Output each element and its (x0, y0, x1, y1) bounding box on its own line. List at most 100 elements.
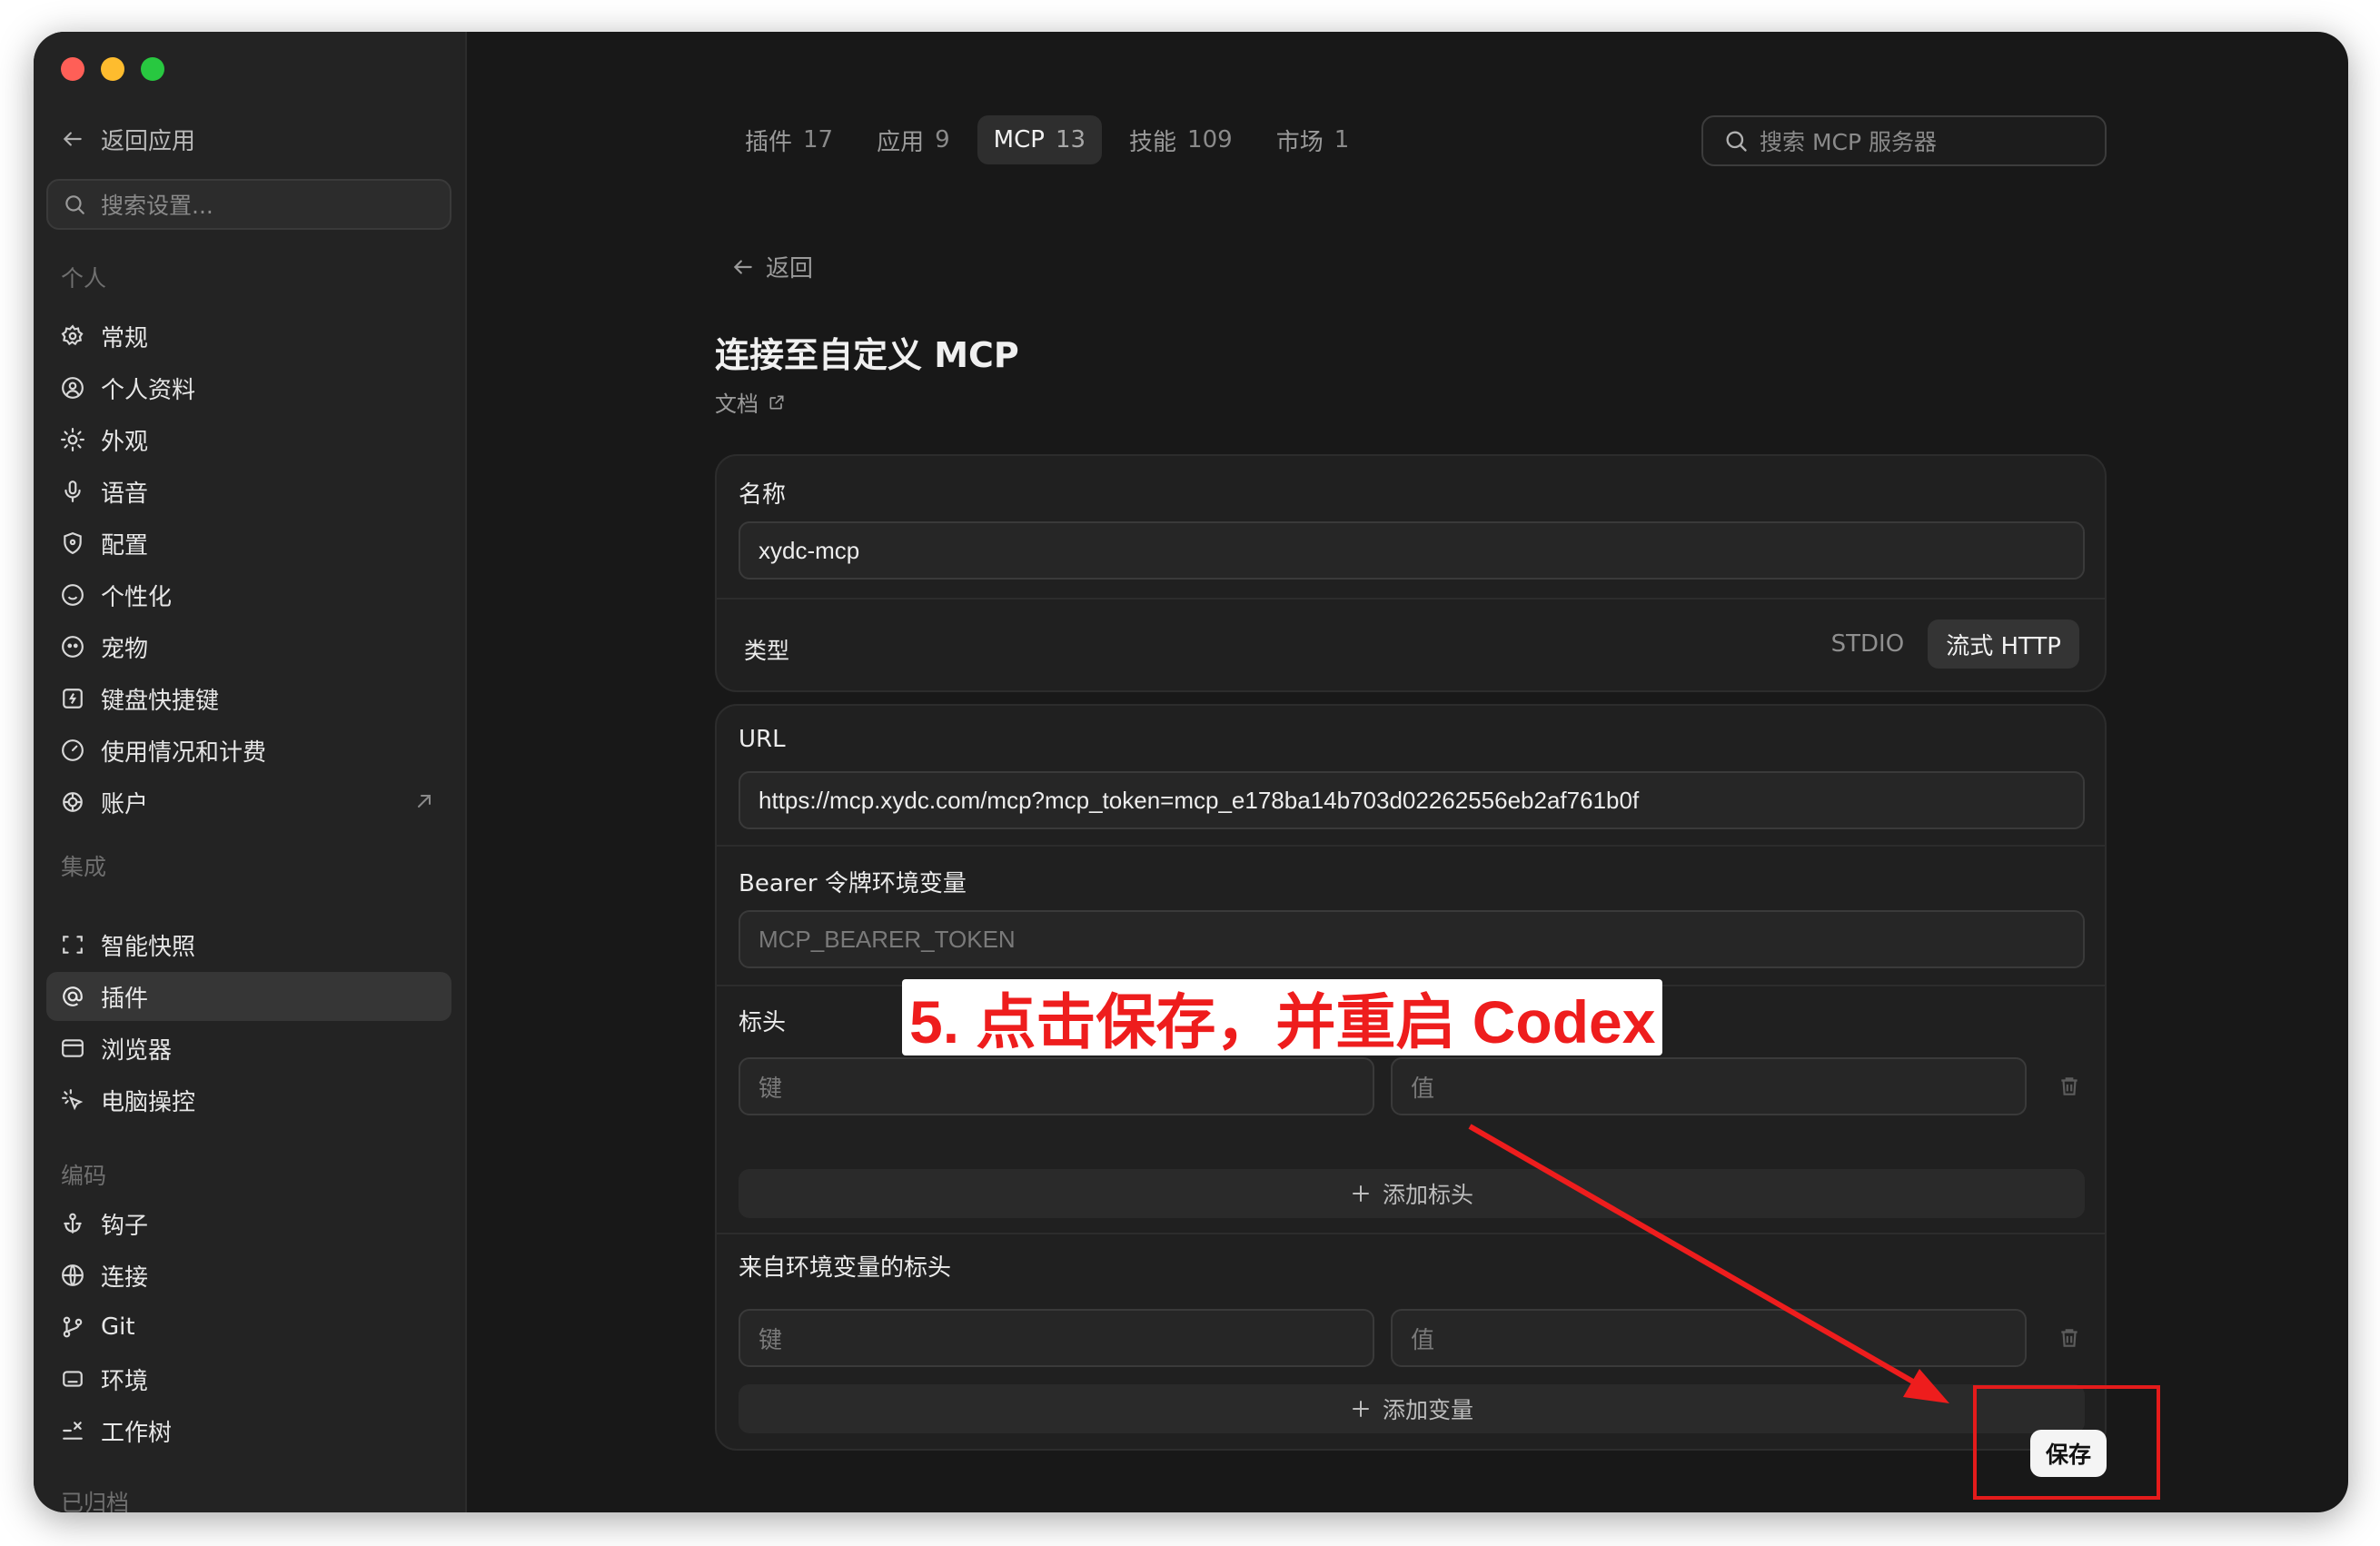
sidebar-item-label: 外观 (101, 428, 149, 456)
tab-label: 市场 (1275, 128, 1324, 156)
sidebar-item-label: 配置 (101, 531, 149, 560)
headers-label: 标头 (739, 1009, 787, 1036)
sidebar-item-label: 电脑操控 (101, 1088, 196, 1116)
sidebar-item-label: 宠物 (101, 635, 149, 663)
header-value-input[interactable]: 值 (1391, 1057, 2027, 1115)
microphone-icon (64, 481, 81, 502)
plus-icon (1352, 1185, 1369, 1202)
back-to-app-button[interactable]: 返回应用 (61, 119, 195, 159)
plus-icon (1352, 1401, 1369, 1417)
type-option-streamable-http[interactable]: 流式 HTTP (1928, 619, 2079, 669)
name-value: xydc-mcp (759, 536, 860, 564)
sidebar-item-label: 插件 (101, 985, 149, 1013)
bearer-placeholder: MCP_BEARER_TOKEN (759, 925, 1016, 953)
sidebar-item-browser[interactable]: 浏览器 (46, 1024, 451, 1073)
sidebar-item-label: 智能快照 (101, 933, 196, 961)
arrow-left-icon (63, 132, 82, 146)
add-header-button[interactable]: 添加标头 (739, 1169, 2085, 1218)
tab-mcp[interactable]: MCP 13 (977, 115, 1103, 164)
close-window-button[interactable] (61, 57, 84, 81)
sidebar-item-hooks[interactable]: 钩子 (46, 1199, 451, 1248)
sidebar-item-config[interactable]: 配置 (46, 519, 451, 568)
sidebar-item-usage[interactable]: 使用情况和计费 (46, 726, 451, 775)
tab-count: 13 (1055, 126, 1086, 154)
back-to-app-label: 返回应用 (101, 127, 196, 155)
env-header-key-input[interactable]: 键 (739, 1309, 1374, 1367)
zoom-window-button[interactable] (141, 57, 164, 81)
header-key-input[interactable]: 键 (739, 1057, 1374, 1115)
tab-apps[interactable]: 应用 9 (860, 115, 967, 164)
minimize-window-button[interactable] (101, 57, 124, 81)
sun-icon (61, 428, 84, 451)
sidebar-item-plugins[interactable]: 插件 (46, 972, 451, 1021)
browser-window-icon (62, 1039, 84, 1057)
trash-icon[interactable] (2058, 1326, 2081, 1350)
sidebar-item-connections[interactable]: 连接 (46, 1251, 451, 1300)
user-circle-icon (62, 377, 84, 399)
tab-plugins[interactable]: 插件 17 (729, 115, 849, 164)
name-type-card: 名称 xydc-mcp 类型 STDIO 流式 HTTP (715, 454, 2107, 692)
type-segmented-control: STDIO 流式 HTTP (1813, 619, 2079, 669)
tab-label: 技能 (1129, 128, 1177, 156)
add-variable-button[interactable]: 添加变量 (739, 1384, 2085, 1433)
sidebar-item-profile[interactable]: 个人资料 (46, 363, 451, 412)
name-label: 名称 (739, 481, 787, 509)
name-input[interactable]: xydc-mcp (739, 521, 2085, 580)
sidebar-item-label: 连接 (101, 1264, 149, 1292)
worktree-icon (63, 1422, 83, 1440)
sidebar-item-snapshot[interactable]: 智能快照 (46, 920, 451, 969)
pet-icon (62, 636, 84, 658)
key-placeholder: 键 (759, 1325, 783, 1353)
page-title: 连接至自定义 MCP (715, 335, 1019, 375)
sidebar-item-computer-control[interactable]: 电脑操控 (46, 1075, 451, 1125)
cursor-click-icon (62, 1089, 84, 1111)
sidebar-item-shortcuts[interactable]: 键盘快捷键 (46, 674, 451, 723)
sidebar-item-label: 浏览器 (101, 1036, 173, 1065)
env-header-value-input[interactable]: 值 (1391, 1309, 2027, 1367)
tab-count: 9 (935, 126, 950, 154)
external-link-icon (418, 795, 431, 808)
sidebar-item-pet[interactable]: 宠物 (46, 622, 451, 671)
sidebar-item-git[interactable]: Git (46, 1303, 451, 1352)
back-button[interactable]: 返回 (731, 250, 813, 283)
value-placeholder: 值 (1411, 1325, 1435, 1353)
sidebar-item-general[interactable]: 常规 (46, 312, 451, 361)
sidebar-item-appearance[interactable]: 外观 (46, 415, 451, 464)
sidebar-item-label: Git (101, 1313, 135, 1341)
section-archived: 已归档 (61, 1490, 130, 1512)
monitor-icon (63, 1371, 83, 1387)
at-sign-icon (63, 986, 83, 1006)
divider (717, 1233, 2105, 1234)
tab-skills[interactable]: 技能 109 (1113, 115, 1249, 164)
search-icon (65, 195, 84, 214)
annotation-label: 5. 点击保存，并重启 Codex (902, 979, 1663, 1055)
top-tabs: 插件 17 应用 9 MCP 13 技能 109 市场 1 (729, 115, 1365, 164)
type-option-stdio[interactable]: STDIO (1813, 619, 1923, 669)
tab-market[interactable]: 市场 1 (1260, 115, 1366, 164)
url-input[interactable]: https://mcp.xydc.com/mcp?mcp_token=mcp_e… (739, 771, 2085, 829)
settings-search-input[interactable]: 搜索设置... (46, 179, 451, 230)
window-controls (61, 57, 164, 81)
search-icon (1726, 131, 1747, 152)
sidebar-item-worktree[interactable]: 工作树 (46, 1406, 451, 1455)
tab-label: 应用 (877, 128, 925, 156)
scan-frame-icon (63, 936, 83, 954)
globe-icon (62, 1264, 84, 1286)
anchor-icon (64, 1213, 82, 1234)
docs-link[interactable]: 文档 (715, 386, 786, 418)
git-branch-icon (63, 1316, 83, 1338)
section-coding: 编码 (61, 1163, 107, 1189)
sidebar-item-voice[interactable]: 语音 (46, 467, 451, 516)
tab-count: 109 (1187, 126, 1233, 154)
add-variable-label: 添加变量 (1382, 1397, 1473, 1423)
trash-icon[interactable] (2058, 1075, 2081, 1098)
bearer-token-input[interactable]: MCP_BEARER_TOKEN (739, 910, 2085, 968)
external-link-icon (769, 395, 784, 409)
bearer-label: Bearer 令牌环境变量 (739, 870, 967, 897)
sidebar-item-account[interactable]: 账户 (46, 778, 451, 827)
sidebar-item-environment[interactable]: 环境 (46, 1354, 451, 1403)
divider (717, 845, 2105, 847)
url-label: URL (739, 726, 786, 753)
sidebar-item-personalization[interactable]: 个性化 (46, 570, 451, 619)
mcp-search-input[interactable]: 搜索 MCP 服务器 (1701, 115, 2107, 166)
